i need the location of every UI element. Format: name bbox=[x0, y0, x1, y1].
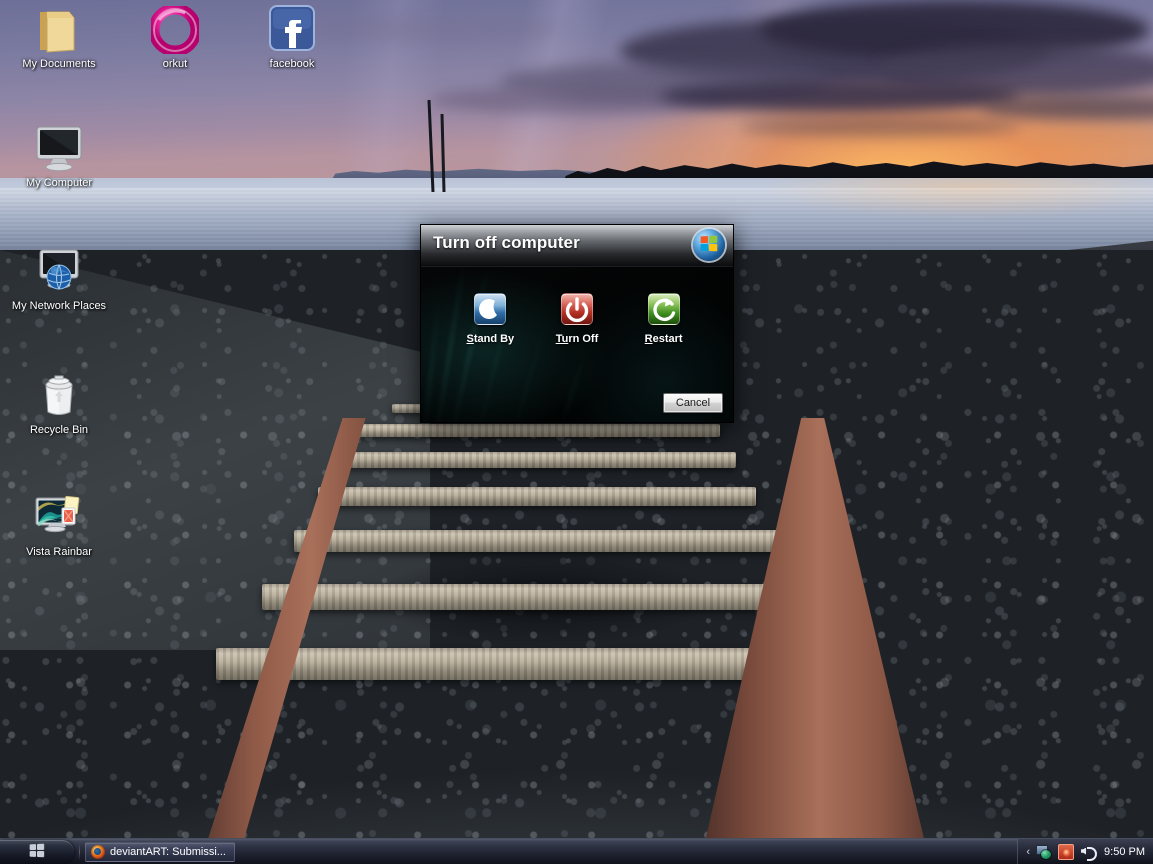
desktop-icon-facebook[interactable]: facebook bbox=[240, 5, 344, 72]
restart-label: Restart bbox=[644, 333, 683, 345]
desktop-icon-label: My Documents bbox=[22, 58, 96, 70]
security-shield-icon[interactable] bbox=[1058, 843, 1075, 860]
desktop-icon-label: My Network Places bbox=[11, 300, 107, 312]
network-globe-icon bbox=[7, 248, 111, 296]
desktop-icon-my-computer[interactable]: My Computer bbox=[7, 125, 111, 191]
tray-expand-chevron-icon[interactable]: ‹ bbox=[1026, 846, 1030, 858]
stand-by-option[interactable]: Stand By bbox=[453, 293, 527, 345]
desktop-icon-my-documents[interactable]: My Documents bbox=[7, 6, 111, 72]
wallpaper-cloud bbox=[660, 80, 1020, 112]
facebook-f-icon bbox=[240, 5, 344, 54]
wallpaper-railroad-tie bbox=[294, 530, 780, 552]
desktop-icon-label: orkut bbox=[162, 58, 188, 70]
windows-flag-icon bbox=[29, 843, 46, 860]
moon-standby-icon bbox=[474, 293, 507, 325]
desktop-icon-my-network-places[interactable]: My Network Places bbox=[7, 248, 111, 314]
desktop-icon-label: Recycle Bin bbox=[29, 424, 89, 436]
taskbar-button-firefox[interactable]: deviantART: Submissi... bbox=[85, 841, 235, 862]
firefox-icon bbox=[91, 844, 105, 859]
turn-off-option[interactable]: Turn Off bbox=[540, 293, 614, 345]
monitor-icon bbox=[7, 125, 111, 173]
windows-vista-orb-icon bbox=[693, 229, 725, 261]
wallpaper-railroad-tie bbox=[352, 424, 720, 437]
desktop-icon-orkut[interactable]: orkut bbox=[123, 6, 227, 72]
desktop-icon-vista-rainbar[interactable]: Vista Rainbar bbox=[7, 494, 111, 560]
cancel-button[interactable]: Cancel bbox=[663, 393, 723, 413]
wallpaper-water-posts bbox=[427, 100, 446, 192]
desktop-wallpaper bbox=[0, 0, 1153, 864]
dialog-options: Stand By Turn Off Restart bbox=[421, 293, 733, 345]
restart-option[interactable]: Restart bbox=[627, 293, 701, 345]
volume-speaker-icon[interactable] bbox=[1080, 844, 1098, 861]
taskbar-button-label: deviantART: Submissi... bbox=[110, 845, 226, 858]
dialog-body: Stand By Turn Off Restart Cancel bbox=[421, 267, 733, 422]
turn-off-label: Turn Off bbox=[555, 333, 599, 345]
desktop-icon-recycle-bin[interactable]: Recycle Bin bbox=[7, 372, 111, 438]
stand-by-label: Stand By bbox=[466, 333, 515, 345]
wallpaper-cloud bbox=[740, 118, 1020, 136]
dialog-titlebar: Turn off computer bbox=[421, 225, 733, 267]
turn-off-computer-dialog: Turn off computer Stand By Turn Off Rest… bbox=[420, 224, 734, 423]
taskbar-separator bbox=[79, 843, 80, 860]
recycle-bin-icon bbox=[7, 372, 111, 420]
folder-documents-icon bbox=[7, 6, 111, 54]
arrow-restart-icon bbox=[647, 293, 680, 325]
power-turnoff-icon bbox=[560, 293, 593, 325]
wallpaper-railroad-tie bbox=[336, 452, 736, 468]
desktop-icon-label: facebook bbox=[269, 58, 315, 70]
clock[interactable]: 9:50 PM bbox=[1104, 846, 1145, 858]
rainbar-monitor-icon bbox=[7, 494, 111, 542]
desktop-icon-label: Vista Rainbar bbox=[26, 546, 92, 558]
wallpaper-railroad-tie bbox=[262, 584, 814, 610]
orkut-ring-icon bbox=[123, 6, 227, 54]
network-connection-icon[interactable] bbox=[1036, 844, 1052, 860]
start-button[interactable] bbox=[0, 839, 74, 864]
dialog-title: Turn off computer bbox=[433, 233, 580, 252]
system-tray: ‹ 9:50 PM bbox=[1017, 838, 1153, 864]
wallpaper-railroad-tie bbox=[318, 487, 756, 506]
taskbar: deviantART: Submissi... ‹ 9:50 PM bbox=[0, 838, 1153, 864]
desktop-icon-label: My Computer bbox=[25, 177, 93, 189]
